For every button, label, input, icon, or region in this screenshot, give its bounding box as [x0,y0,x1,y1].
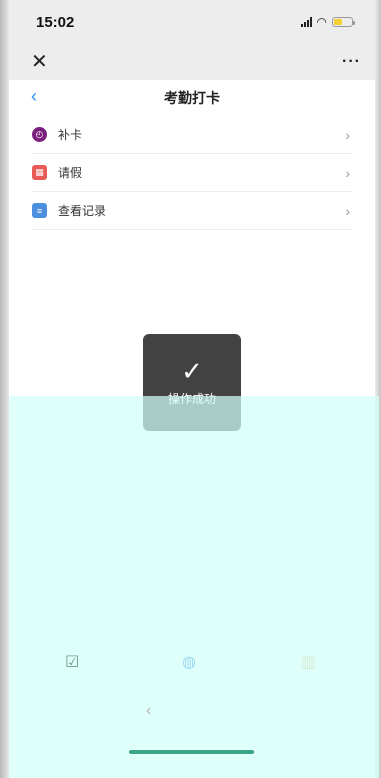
checkmark-icon: ✓ [181,356,203,386]
mini-program-nav: ✕ ··· [9,44,375,80]
close-icon[interactable]: ✕ [31,52,48,72]
left-frame-edge [0,0,9,778]
back-icon[interactable]: ‹ [31,86,37,107]
status-bar: 15:02 ◠ [9,0,375,44]
wifi-icon: ◠ [316,15,327,29]
signal-icon [300,17,312,27]
chevron-right-icon: › [345,202,350,219]
menu-item-label: 请假 [58,166,83,180]
title-bar: ‹ 考勤打卡 [9,80,375,116]
calendar-check-icon[interactable]: ☑ [65,652,79,672]
translucent-overlay [9,396,379,778]
chevron-right-icon: › [345,164,350,181]
chevron-right-icon: › [345,126,350,143]
menu-item-records[interactable]: ≡ 查看记录 › [32,192,352,230]
status-time: 15:02 [36,13,75,31]
menu-item-leave[interactable]: ▦ 请假 › [32,154,352,192]
more-icon[interactable]: ··· [342,53,361,71]
bottom-back-icon[interactable]: ‹ [146,702,151,720]
bottom-tab-bar: ☑ ◍ ▥ [9,650,375,676]
battery-icon [332,17,355,27]
app-page: 15:02 ◠ ✕ ··· ‹ 考勤打卡 ◴ 补卡 › ▦ 请假 › ≡ 查看记… [0,0,381,778]
home-indicator[interactable] [129,750,254,754]
stats-icon[interactable]: ▥ [301,652,316,672]
status-icons: ◠ [300,15,355,29]
menu-item-label: 补卡 [58,128,83,142]
clock-icon: ◴ [32,127,47,142]
menu-list: ◴ 补卡 › ▦ 请假 › ≡ 查看记录 › [32,116,352,230]
menu-item-makeup-punch[interactable]: ◴ 补卡 › [32,116,352,154]
document-icon: ≡ [32,203,47,218]
page-title: 考勤打卡 [164,90,220,106]
calendar-icon: ▦ [32,165,47,180]
profile-icon[interactable]: ◍ [182,652,196,672]
menu-item-label: 查看记录 [58,204,107,218]
battery-fill [334,19,342,25]
